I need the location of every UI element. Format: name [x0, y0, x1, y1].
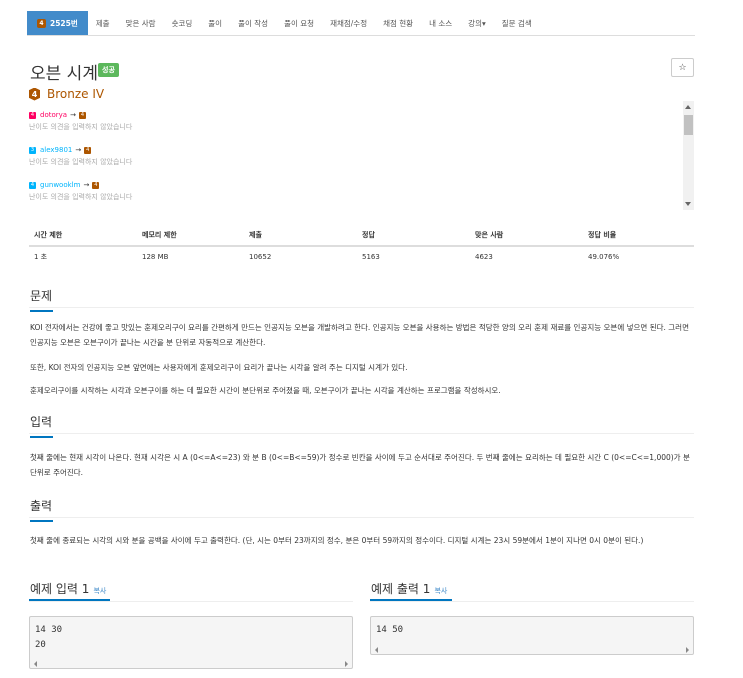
tab-problem[interactable]: 4 2525번: [27, 11, 88, 35]
table-cell: 10652: [249, 253, 272, 261]
tab-lecture[interactable]: 강의▾: [460, 11, 494, 35]
problem-info-table: 시간 제한 메모리 제한 제출 정답 맞은 사람 정답 비율 1 초 128 M…: [29, 225, 694, 267]
sample-output-line: 14 50: [376, 625, 404, 635]
sample-output-title: 예제 출력 1 복사: [371, 580, 447, 597]
problem-description: KOI 전자에서는 건강에 좋고 맛있는 훈제오리구이 요리를 간편하게 만드는…: [30, 323, 689, 347]
table-cell: 49.076%: [588, 253, 620, 261]
tier-mini-icon: 4: [37, 18, 46, 28]
star-icon: ☆: [678, 62, 687, 73]
target-tier-icon: 4: [92, 181, 100, 189]
scroll-thumb[interactable]: [684, 115, 693, 135]
list-item: 4 gunwooklm → 4 난이도 의견을 입력하지 않았습니다: [29, 181, 132, 216]
input-description: 첫째 줄에는 현재 시각이 나온다. 현재 시각은 시 A (0<=A<=23)…: [30, 453, 690, 477]
opinion-note: 난이도 의견을 입력하지 않았습니다: [29, 158, 133, 166]
sample-output-box[interactable]: 14 50: [370, 616, 694, 655]
column-header: 메모리 제한: [137, 225, 244, 247]
table-cell: 1 초: [34, 253, 48, 261]
problem-description: 또한, KOI 전자의 인공지능 오븐 앞면에는 사용자에게 훈제오리구이 요리…: [30, 363, 408, 372]
arrow-icon: →: [70, 111, 76, 119]
problem-description: 훈제오리구이를 시작하는 시각과 오븐구이를 하는 데 필요한 시간이 분단위로…: [30, 386, 501, 395]
table-header-row: 시간 제한 메모리 제한 제출 정답 맞은 사람 정답 비율: [29, 225, 694, 247]
scroll-left-icon[interactable]: [34, 661, 37, 667]
column-header: 정답: [357, 225, 470, 247]
section-divider: [29, 517, 694, 518]
contributor-list: 4 dotorya → 4 난이도 의견을 입력하지 않았습니다 3 alex9…: [29, 111, 132, 216]
difficulty-opinions-panel: 4 dotorya → 4 난이도 의견을 입력하지 않았습니다 3 alex9…: [29, 101, 694, 210]
column-header: 제출: [244, 225, 357, 247]
copy-input-button[interactable]: 복사: [93, 587, 106, 595]
user-link[interactable]: dotorya: [40, 111, 67, 119]
arrow-icon: →: [75, 146, 82, 154]
scroll-right-icon[interactable]: [345, 661, 348, 667]
copy-output-button[interactable]: 복사: [434, 587, 447, 595]
arrow-icon: →: [83, 181, 90, 189]
section-title-output: 출력: [30, 497, 53, 522]
user-tier-icon: 3: [29, 146, 36, 154]
tab-solutions[interactable]: 풀이: [200, 11, 230, 35]
column-header: 정답 비율: [583, 225, 694, 247]
user-link[interactable]: alex9801: [40, 146, 72, 154]
tab-my-source[interactable]: 내 소스: [421, 11, 460, 35]
tab-rejudge[interactable]: 재채점/수정: [322, 11, 375, 35]
page-title: 오븐 시계: [30, 64, 98, 84]
star-button[interactable]: ☆: [671, 58, 694, 77]
tab-submit[interactable]: 제출: [88, 11, 118, 35]
list-item: 3 alex9801 → 4 난이도 의견을 입력하지 않았습니다: [29, 146, 132, 181]
opinion-note: 난이도 의견을 입력하지 않았습니다: [29, 123, 133, 131]
list-item: 4 dotorya → 4 난이도 의견을 입력하지 않았습니다: [29, 111, 132, 146]
sample-input-label: 예제 입력 1: [30, 582, 90, 596]
tab-request-solution[interactable]: 풀이 요청: [276, 11, 322, 35]
column-header: 맞은 사람: [470, 225, 583, 247]
sample-output-label: 예제 출력 1: [371, 582, 431, 596]
section-divider: [29, 433, 694, 434]
tab-status[interactable]: 채점 현황: [375, 11, 421, 35]
scroll-down-icon[interactable]: [685, 202, 691, 206]
tab-solvers[interactable]: 맞은 사람: [118, 11, 164, 35]
section-divider: [370, 601, 694, 602]
section-divider: [29, 601, 353, 602]
tab-problem-label: 2525번: [50, 18, 78, 28]
scroll-right-icon[interactable]: [686, 647, 689, 653]
scroll-left-icon[interactable]: [375, 647, 378, 653]
tier-row: 4 Bronze IV: [29, 87, 104, 101]
target-tier-icon: 4: [78, 111, 86, 119]
tab-shortcoding[interactable]: 숏코딩: [164, 11, 201, 35]
user-link[interactable]: gunwooklm: [40, 181, 80, 189]
section-title-problem: 문제: [30, 287, 53, 312]
sample-input-line: 14 30: [35, 625, 63, 635]
bronze-tier-icon: 4: [29, 87, 40, 101]
status-badge: 성공: [98, 63, 119, 77]
tab-write-solution[interactable]: 풀이 작성: [230, 11, 276, 35]
output-description: 첫째 줄에 종료되는 시각의 시와 분을 공백을 사이에 두고 출력한다. (단…: [30, 536, 644, 545]
problem-tabs: 4 2525번 제출 맞은 사람 숏코딩 풀이 풀이 작성 풀이 요청 재채점/…: [27, 11, 540, 35]
user-tier-icon: 4: [29, 181, 36, 189]
table-row: 1 초 128 MB 10652 5163 4623 49.076%: [29, 246, 694, 267]
section-title-input: 입력: [30, 413, 53, 438]
sample-input-line: 20: [35, 640, 46, 650]
vertical-scrollbar[interactable]: [683, 101, 694, 210]
table-cell: 5163: [362, 253, 380, 261]
tab-question-search[interactable]: 질문 검색: [494, 11, 540, 35]
table-cell: 4623: [475, 253, 493, 261]
horizontal-scrollbar[interactable]: [371, 644, 693, 654]
column-header: 시간 제한: [29, 225, 137, 247]
horizontal-scrollbar[interactable]: [30, 658, 352, 668]
user-tier-icon: 4: [29, 111, 36, 119]
tier-name: Bronze IV: [47, 87, 105, 101]
target-tier-icon: 4: [84, 146, 92, 154]
table-cell: 128 MB: [142, 253, 169, 261]
sample-input-box[interactable]: 14 30 20: [29, 616, 353, 669]
sample-input-title: 예제 입력 1 복사: [30, 580, 106, 597]
scroll-up-icon[interactable]: [685, 105, 691, 109]
opinion-note: 난이도 의견을 입력하지 않았습니다: [29, 193, 133, 201]
tabs-divider: [27, 35, 695, 36]
section-divider: [29, 307, 694, 308]
